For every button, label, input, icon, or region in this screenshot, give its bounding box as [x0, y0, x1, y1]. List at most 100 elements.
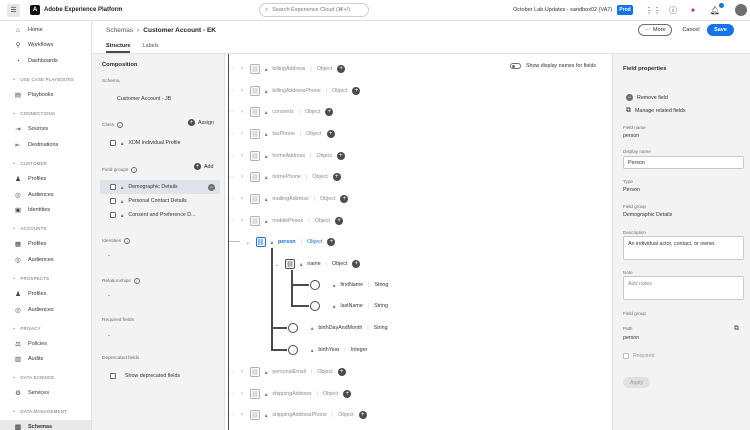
- nav-item-destinations[interactable]: ⇤ Destinations: [0, 138, 91, 152]
- nav-section-customer[interactable]: ⌄ CUSTOMER: [0, 160, 91, 166]
- field-row[interactable]: 🔒︎ firstName | String: [310, 280, 388, 290]
- field-row[interactable]: - - › ⛓ 🔒︎ personalEmail | Object +: [229, 367, 346, 377]
- checkbox[interactable]: [110, 140, 116, 146]
- chevron-right-icon[interactable]: ›: [239, 196, 245, 202]
- env-badge[interactable]: Prod: [617, 5, 633, 15]
- nav-section-accounts[interactable]: ⌄ ACCOUNTS: [0, 225, 91, 231]
- field-row[interactable]: - - › ⛓ 🔒︎ shippingAddress | Object +: [229, 389, 352, 399]
- chevron-down-icon[interactable]: ⌄: [245, 239, 251, 246]
- nav-item-customer-audiences[interactable]: ◎ Audiences: [0, 188, 91, 202]
- nav-item-policies[interactable]: ⚖ Policies: [0, 337, 91, 351]
- checkbox[interactable]: [623, 353, 629, 359]
- nav-item-home[interactable]: ⌂ Home: [0, 23, 91, 37]
- org-switcher[interactable]: October Lab Updates - sandbox02 (VA7): [513, 7, 612, 13]
- copy-icon[interactable]: ⧉: [734, 325, 739, 333]
- tab-labels[interactable]: Labels: [142, 43, 158, 53]
- nav-item-schemas[interactable]: ▧ Schemas: [0, 420, 91, 430]
- nav-item-customer-profiles[interactable]: ♟ Profiles: [0, 172, 91, 186]
- nav-section-privacy[interactable]: ⌄ PRIVACY: [0, 325, 91, 331]
- chevron-right-icon[interactable]: ›: [239, 174, 245, 180]
- breadcrumb-schemas[interactable]: Schemas: [106, 27, 133, 34]
- description-input[interactable]: An individual actor, contact, or owner.: [623, 236, 744, 260]
- menu-icon[interactable]: ☰: [7, 3, 20, 17]
- chevron-right-icon[interactable]: ›: [239, 131, 245, 137]
- manage-related-button[interactable]: ⧉ Manage related fields: [626, 107, 686, 115]
- nav-item-audits[interactable]: ▥ Audits: [0, 352, 91, 366]
- nav-item-playbooks[interactable]: ▤ Playbooks: [0, 88, 91, 102]
- add-field-icon[interactable]: +: [325, 108, 334, 116]
- checkbox[interactable]: [110, 198, 116, 204]
- chevron-right-icon[interactable]: ›: [239, 391, 245, 397]
- info-icon[interactable]: i: [131, 167, 138, 173]
- add-field-icon[interactable]: +: [340, 195, 349, 203]
- display-name-input[interactable]: Person: [623, 156, 744, 169]
- field-row-person[interactable]: —— ⌄ ⛓ 🔒︎ person | Object +: [229, 237, 336, 247]
- chevron-down-icon[interactable]: ⌄: [274, 261, 280, 268]
- nav-item-accounts-profiles[interactable]: ▦ Profiles: [0, 237, 91, 251]
- nav-item-accounts-audiences[interactable]: ◎ Audiences: [0, 253, 91, 267]
- field-row[interactable]: 🔒︎ birthYear | Integer: [288, 345, 367, 355]
- add-field-icon[interactable]: +: [358, 411, 367, 419]
- notifications-app-icon[interactable]: ✦: [688, 5, 698, 15]
- chevron-right-icon[interactable]: ›: [239, 66, 245, 72]
- field-row[interactable]: - - › ⛓ 🔒︎ shippingAddressPhone | Object +: [229, 410, 367, 420]
- nav-section-data-management[interactable]: ⌄ DATA MANAGEMENT: [0, 408, 91, 414]
- add-field-icon[interactable]: +: [335, 217, 344, 225]
- assign-button[interactable]: + Assign: [188, 119, 214, 126]
- field-row[interactable]: - - › ⛓ 🔒︎ mailingAddress | Object +: [229, 194, 349, 204]
- field-row[interactable]: - - › ⛓ 🔒︎ homePhone | Object +: [229, 172, 341, 182]
- add-field-icon[interactable]: +: [332, 173, 341, 181]
- toggle-switch[interactable]: [510, 63, 521, 69]
- nav-item-workflows[interactable]: ⚲ Workflows: [0, 38, 91, 52]
- chevron-right-icon[interactable]: ›: [239, 153, 245, 159]
- field-group-item[interactable]: 🔒︎ Personal Contact Details: [110, 198, 187, 204]
- add-field-icon[interactable]: +: [343, 390, 352, 398]
- chevron-right-icon[interactable]: ›: [239, 109, 245, 115]
- add-field-icon[interactable]: +: [337, 368, 346, 376]
- checkbox[interactable]: [110, 212, 116, 218]
- field-row[interactable]: - - › ⛓ 🔒︎ mobilePhone | Object +: [229, 216, 344, 226]
- nav-item-identities[interactable]: ▣ Identities: [0, 203, 91, 217]
- field-row[interactable]: 🔒︎ birthDayAndMonth | String: [288, 323, 388, 333]
- info-icon[interactable]: i: [124, 238, 131, 244]
- chevron-right-icon[interactable]: ›: [239, 412, 245, 418]
- nav-section-prospects[interactable]: ⌄ PROSPECTS: [0, 275, 91, 281]
- nav-section-data-science[interactable]: ⌄ DATA SCIENCE: [0, 374, 91, 380]
- more-button[interactable]: ··· More: [638, 24, 672, 36]
- apps-grid-icon[interactable]: ⋮⋮: [645, 5, 661, 15]
- field-group-item[interactable]: 🔒︎ Demographic Details: [110, 184, 178, 190]
- field-row[interactable]: - - › ⛓ 🔒︎ homeAddress | Object +: [229, 151, 345, 161]
- nav-section-connections[interactable]: ⌄ CONNECTIONS: [0, 110, 91, 116]
- field-row[interactable]: - - › ⛓ 🔒︎ billingAddress | Object +: [229, 64, 346, 74]
- field-row[interactable]: - - › ⛓ 🔒︎ billingAddressPhone | Object +: [229, 86, 361, 96]
- help-icon[interactable]: ⓘ: [668, 5, 678, 15]
- add-field-icon[interactable]: +: [326, 130, 335, 138]
- add-field-icon[interactable]: +: [327, 238, 336, 246]
- apply-button[interactable]: Apply: [623, 377, 650, 388]
- note-input[interactable]: Add notes: [623, 276, 744, 300]
- field-row[interactable]: - - › ⛓ 🔒︎ faxPhone | Object +: [229, 129, 335, 139]
- info-icon[interactable]: i: [133, 278, 140, 284]
- checkbox[interactable]: [110, 373, 116, 379]
- nav-item-dashboards[interactable]: ◔ Dashboards: [0, 54, 91, 68]
- required-checkbox[interactable]: Required: [623, 353, 655, 359]
- search-input[interactable]: ⌕ Search Experience Cloud (⌘+/): [259, 3, 369, 17]
- remove-field-group-icon[interactable]: −: [208, 184, 215, 191]
- cancel-button[interactable]: Cancel: [680, 24, 702, 36]
- save-button[interactable]: Save: [707, 24, 734, 36]
- add-field-icon[interactable]: +: [336, 152, 345, 160]
- field-row[interactable]: ⌄ ⛓ 🔒︎ name | Object +: [274, 259, 361, 269]
- chevron-right-icon[interactable]: ›: [239, 88, 245, 94]
- remove-field-button[interactable]: − Remove field: [626, 94, 668, 101]
- show-deprecated-checkbox[interactable]: Show deprecated fields: [110, 373, 180, 379]
- display-names-toggle[interactable]: Show display names for fields: [510, 63, 596, 69]
- field-row[interactable]: 🔒︎ lastName | String: [310, 301, 388, 311]
- chevron-right-icon[interactable]: ›: [239, 218, 245, 224]
- add-field-group-button[interactable]: + Add: [194, 163, 213, 170]
- add-field-icon[interactable]: +: [352, 87, 361, 95]
- checkbox[interactable]: [110, 184, 116, 190]
- nav-item-services[interactable]: ⚙ Services: [0, 386, 91, 400]
- field-group-item[interactable]: 🔒︎ Consent and Preference D...: [110, 212, 196, 218]
- field-row[interactable]: - - › ⛓ 🔒︎ consents | Object +: [229, 107, 334, 117]
- nav-item-prospects-profiles[interactable]: ♟ Profiles: [0, 287, 91, 301]
